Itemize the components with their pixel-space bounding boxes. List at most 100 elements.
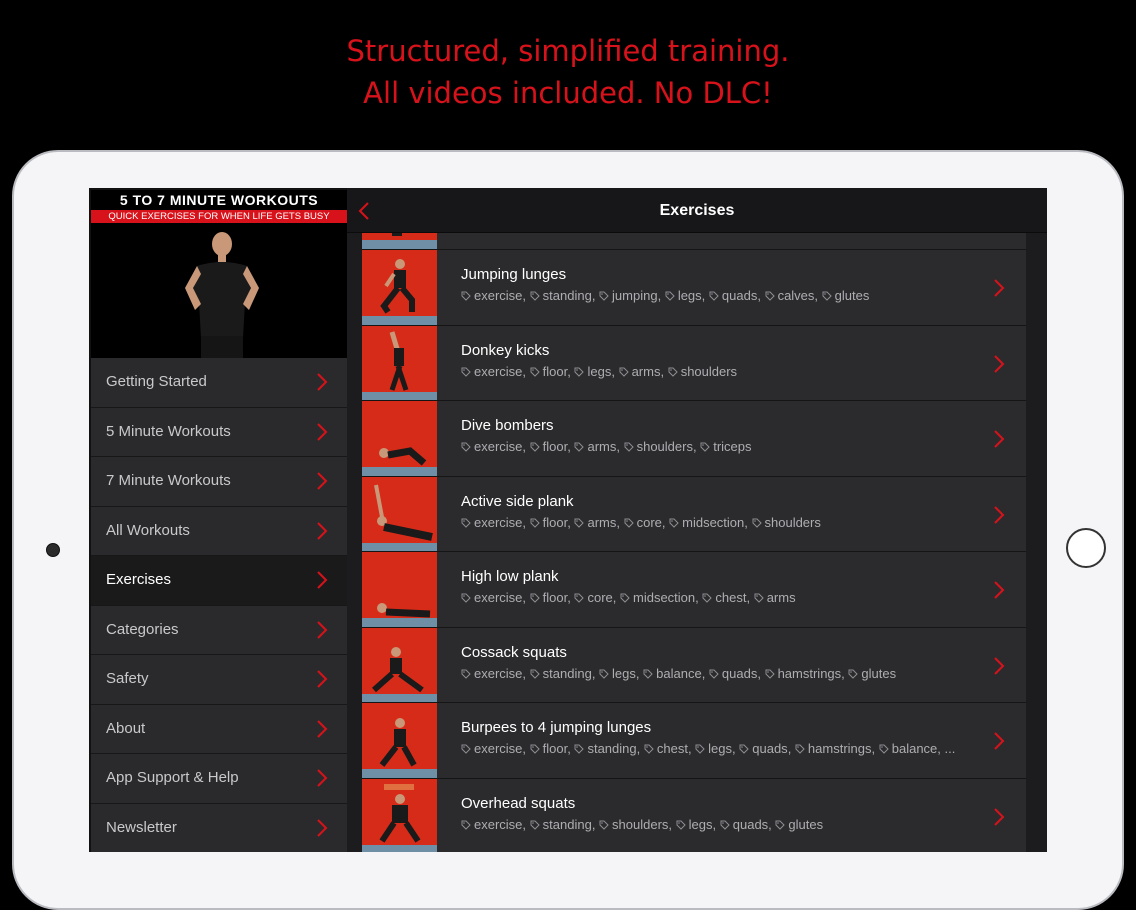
tag-icon	[676, 820, 686, 830]
tag-label: exercise	[474, 590, 523, 605]
sidebar-item-1[interactable]: 5 Minute Workouts	[91, 407, 347, 457]
chevron-right-icon	[317, 571, 328, 589]
exercise-thumbnail	[362, 401, 437, 476]
tag-icon	[765, 291, 775, 301]
tag-icon	[775, 820, 786, 830]
tag-icon	[620, 593, 630, 603]
tag-icon	[530, 367, 540, 377]
tag-label: floor	[542, 514, 568, 530]
tag-icon	[530, 820, 540, 830]
tag-label: balance	[656, 665, 702, 681]
exercises-panel: Exercises exercise, floor, standing, arm…	[347, 188, 1047, 852]
tag-label: hamstrings	[777, 665, 842, 681]
exercise-row[interactable]: Jumping lunges exercise, standing, jumpin…	[362, 249, 1026, 325]
tag-icon	[695, 744, 705, 754]
tag-icon	[668, 367, 678, 377]
sidebar-item-0[interactable]: Getting Started	[91, 358, 347, 408]
tag-label: shoulders	[636, 439, 693, 454]
chevron-right-icon	[317, 620, 328, 639]
exercise-row[interactable]: Overhead squats exercise, standing, shoul…	[362, 777, 1026, 852]
tag-label: legs	[708, 741, 733, 756]
tag-label: ...	[944, 741, 956, 756]
tag-icon	[574, 744, 585, 754]
tag-icon	[461, 820, 471, 830]
tag-icon	[879, 744, 889, 754]
tag-icon	[461, 518, 471, 528]
tag-label: shoulders	[612, 816, 669, 832]
exercise-row[interactable]: Donkey kicks exercise, floor, legs, arms,…	[362, 324, 1026, 400]
sidebar-item-2[interactable]: 7 Minute Workouts	[91, 457, 347, 507]
chevron-right-icon	[994, 279, 1005, 297]
tag-icon	[530, 744, 540, 754]
tag-label: floor	[542, 363, 568, 379]
chevron-right-icon	[994, 656, 1005, 675]
promo-headline: Structured, simplified training. All vid…	[0, 30, 1136, 114]
tag-icon	[669, 518, 679, 528]
tag-label: jumping	[612, 288, 658, 303]
tag-icon	[709, 669, 719, 679]
exercise-thumbnail	[362, 552, 437, 627]
exercise-thumbnail	[362, 627, 437, 702]
sidebar-item-9[interactable]: Newsletter	[91, 803, 347, 852]
tag-label: glutes	[861, 665, 897, 681]
navigation-bar: Exercises	[347, 188, 1047, 233]
chevron-right-icon	[994, 581, 1005, 599]
tag-label: midsection	[682, 514, 745, 530]
sidebar-item-4[interactable]: Exercises	[91, 556, 347, 606]
sidebar-menu: Getting Started 5 Minute Workouts 7 Minute…	[91, 358, 347, 852]
tag-label: arms	[631, 363, 661, 379]
sidebar-item-label: 5 Minute Workouts	[106, 422, 231, 440]
app-screen: 5 TO 7 MINUTE WORKOUTS QUICK EXERCISES F…	[89, 188, 1047, 852]
tag-label: exercise	[474, 288, 523, 303]
tag-icon	[765, 669, 775, 679]
tag-icon	[530, 669, 540, 679]
sidebar-item-7[interactable]: About	[91, 704, 347, 754]
tag-label: triceps	[713, 439, 752, 454]
tag-label: quads	[721, 288, 758, 303]
exercise-tags: exercise, floor, core, midsection, chest…	[461, 590, 981, 605]
tag-icon	[702, 593, 713, 603]
sidebar-item-8[interactable]: App Support & Help	[91, 754, 347, 804]
tag-label: glutes	[834, 288, 870, 303]
home-button[interactable]	[1066, 528, 1106, 568]
exercise-tags: exercise, standing, jumping, legs, quads…	[461, 288, 981, 303]
tag-icon	[709, 291, 719, 301]
exercise-row[interactable]: Cossack squats exercise, standing, legs, …	[362, 626, 1026, 702]
exercise-row[interactable]: Active side plank exercise, floor, arms, …	[362, 475, 1026, 551]
tag-label: legs	[587, 363, 612, 379]
promo-line-1: Structured, simplified training.	[346, 34, 790, 68]
app-subtitle: QUICK EXERCISES FOR WHEN LIFE GETS BUSY	[91, 210, 347, 223]
exercise-row[interactable]: Burpees to 4 jumping lunges exercise, flo…	[362, 702, 1026, 778]
sidebar-item-label: Newsletter	[106, 818, 177, 836]
tag-icon	[739, 744, 749, 754]
sidebar-item-5[interactable]: Categories	[91, 605, 347, 655]
tag-label: glutes	[788, 816, 824, 832]
exercise-row[interactable]: High low plank exercise, floor, core, mid…	[362, 551, 1026, 627]
chevron-right-icon	[994, 430, 1005, 448]
tag-icon	[530, 518, 540, 528]
sidebar-item-6[interactable]: Safety	[91, 655, 347, 705]
tag-icon	[644, 744, 654, 754]
tag-label: exercise	[474, 514, 523, 530]
sidebar-item-3[interactable]: All Workouts	[91, 506, 347, 556]
camera-icon	[46, 543, 60, 557]
tag-label: midsection	[633, 590, 696, 605]
sidebar-item-label: Exercises	[106, 571, 172, 588]
tag-icon	[461, 291, 471, 301]
exercise-row[interactable]: Dive bombers exercise, floor, arms, shoul…	[362, 400, 1026, 476]
chevron-right-icon	[994, 732, 1005, 750]
exercise-name: Cossack squats	[461, 643, 567, 661]
sidebar-item-label: Categories	[106, 620, 179, 638]
tag-icon	[754, 593, 764, 603]
tag-icon	[752, 518, 762, 528]
tag-icon	[599, 669, 609, 679]
tag-icon	[848, 669, 859, 679]
exercise-thumbnail	[362, 778, 437, 852]
chevron-right-icon	[317, 373, 328, 391]
tag-icon	[619, 367, 629, 377]
sidebar-item-label: Safety	[106, 670, 149, 687]
tag-icon	[599, 820, 609, 830]
chevron-right-icon	[994, 505, 1005, 524]
tag-icon	[720, 820, 730, 830]
exercise-tags: exercise, standing, legs, balance, quads…	[461, 666, 981, 681]
